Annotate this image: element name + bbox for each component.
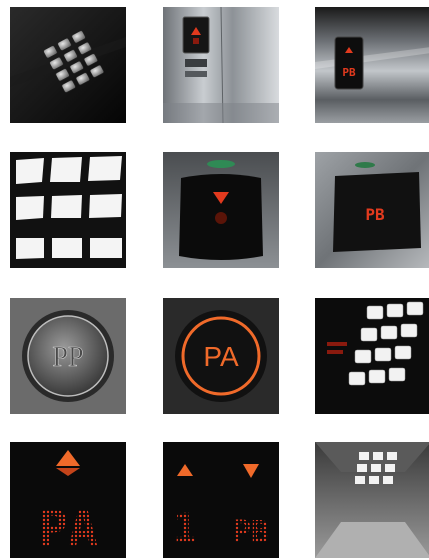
- panel-grid-image: [10, 152, 126, 268]
- dot-matrix-pa-image: PA: [10, 442, 126, 558]
- photo-embossed-button: PP: [10, 298, 126, 414]
- orange-ring-button-image: PA: [163, 298, 279, 414]
- elevator-panel-image: [163, 7, 279, 123]
- dot-matrix-1-pb-image: 1 PB: [163, 442, 279, 558]
- photo-white-button-grid: [315, 298, 429, 414]
- display-text-pb: PB: [342, 66, 356, 79]
- photo-ceiling-light-grid: [315, 442, 429, 558]
- white-button-grid-image: [315, 298, 429, 414]
- photo-steel-display-pb-2: PB: [315, 152, 429, 268]
- steel-display-image: PB: [315, 7, 429, 123]
- photo-dot-matrix-1-pb: 1 PB: [163, 442, 279, 558]
- display-text-pa: PA: [38, 500, 98, 558]
- display-text-pb-3: PB: [233, 515, 269, 550]
- keypad-image: [10, 7, 126, 123]
- display-text-pb-2: PB: [365, 205, 385, 224]
- embossed-button-image: PP: [10, 298, 126, 414]
- ceiling-image: [315, 442, 429, 558]
- photo-display-down-arrow: [163, 152, 279, 268]
- photo-orange-ring-button: PA: [163, 298, 279, 414]
- button-text-pa: PA: [203, 341, 239, 372]
- photo-keypad-dark: [10, 7, 126, 123]
- photo-lit-panel-grid: [10, 152, 126, 268]
- photo-steel-display-pb: PB: [315, 7, 429, 123]
- photo-dot-matrix-pa: PA: [10, 442, 126, 558]
- photo-elevator-panel-steel: [163, 7, 279, 123]
- steel-display-2-image: PB: [315, 152, 429, 268]
- down-arrow-display-image: [163, 152, 279, 268]
- display-text-1: 1: [173, 506, 197, 552]
- button-text-pp: PP: [52, 342, 83, 373]
